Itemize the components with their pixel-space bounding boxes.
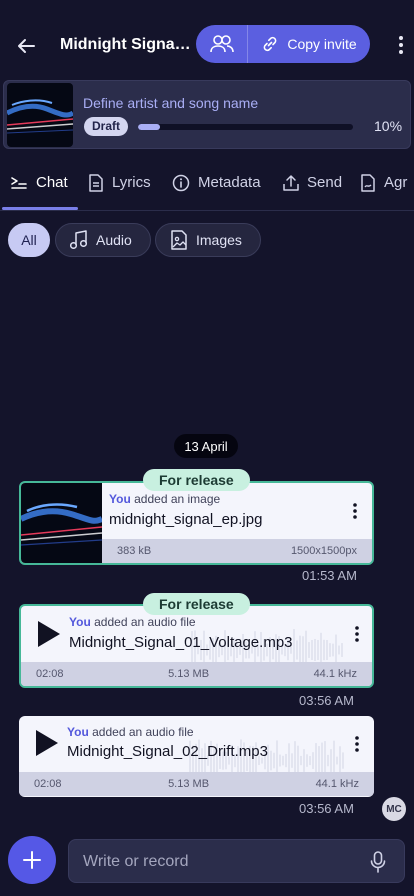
- message-composer: [68, 839, 405, 883]
- progress-percent: 10%: [374, 118, 403, 134]
- message-action: added an audio file: [92, 725, 194, 739]
- audio-message-card[interactable]: You added an audio file Midnight_Signal_…: [19, 716, 374, 797]
- image-dimensions: 1500x1500px: [290, 545, 357, 557]
- more-options-icon[interactable]: [349, 621, 365, 647]
- tab-agreements[interactable]: Agr: [360, 166, 407, 210]
- file-info-bar: 383 kB 1500x1500px: [102, 539, 372, 563]
- chat-icon: [11, 177, 27, 189]
- file-info-bar: 02:08 5.13 MB 44.1 kHz: [21, 662, 372, 686]
- tab-send[interactable]: Send: [283, 166, 342, 210]
- active-tab-indicator: [2, 207, 78, 210]
- more-options-icon[interactable]: [347, 498, 363, 524]
- upload-icon: [283, 175, 299, 191]
- collaborators-button[interactable]: [196, 25, 248, 63]
- message-input[interactable]: [83, 850, 353, 874]
- more-options-icon[interactable]: [390, 32, 412, 58]
- message-meta: You added an audio file: [69, 615, 196, 629]
- release-progress-card[interactable]: Define artist and song name Draft 10%: [3, 80, 411, 149]
- project-title: Midnight Signa…: [60, 36, 191, 53]
- more-options-icon[interactable]: [349, 731, 365, 757]
- document-icon: [89, 174, 103, 192]
- file-name: Midnight_Signal_01_Voltage.mp3: [69, 634, 293, 651]
- tab-label: Metadata: [198, 174, 261, 191]
- copy-invite-label: Copy invite: [287, 36, 357, 52]
- info-icon: [172, 174, 190, 192]
- section-tabs: Chat Lyrics Metadata Send Agr: [0, 166, 414, 211]
- people-icon: [209, 35, 234, 53]
- sample-rate: 44.1 kHz: [315, 778, 359, 790]
- filter-images[interactable]: Images: [155, 223, 261, 257]
- message-time: 03:56 AM: [299, 801, 354, 816]
- release-title: Define artist and song name: [83, 95, 259, 111]
- cover-art-thumbnail: [7, 83, 73, 147]
- add-attachment-button[interactable]: [8, 836, 56, 884]
- for-release-badge: For release: [143, 469, 250, 491]
- author-name: You: [109, 492, 131, 506]
- image-thumbnail[interactable]: [21, 483, 104, 563]
- music-note-icon: [70, 230, 88, 250]
- author-name: You: [67, 725, 89, 739]
- file-info-bar: 02:08 5.13 MB 44.1 kHz: [19, 772, 374, 796]
- play-icon[interactable]: [31, 727, 61, 759]
- agreement-icon: [361, 174, 375, 192]
- file-size: 5.13 MB: [168, 778, 210, 790]
- copy-invite-button[interactable]: Copy invite: [248, 25, 370, 63]
- microphone-icon[interactable]: [368, 850, 388, 874]
- file-name: midnight_signal_ep.jpg: [109, 511, 263, 528]
- plus-icon: [23, 851, 41, 869]
- status-badge: Draft: [84, 117, 129, 136]
- file-name: Midnight_Signal_02_Drift.mp3: [67, 743, 268, 760]
- audio-duration: 02:08: [34, 778, 62, 790]
- tab-label: Chat: [36, 174, 68, 191]
- tab-chat[interactable]: Chat: [10, 166, 68, 210]
- filter-label: Audio: [96, 232, 132, 248]
- message-action: added an audio file: [94, 615, 196, 629]
- top-bar: Midnight Signa… Copy invite: [0, 0, 414, 80]
- filter-audio[interactable]: Audio: [55, 223, 151, 257]
- message-time: 03:56 AM: [299, 693, 354, 708]
- filter-all[interactable]: All: [8, 223, 50, 257]
- image-message-card[interactable]: You added an image midnight_signal_ep.jp…: [19, 481, 374, 565]
- for-release-badge: For release: [143, 593, 250, 615]
- tab-label: Agr: [384, 174, 408, 191]
- progress-fill: [138, 124, 160, 130]
- tab-metadata[interactable]: Metadata: [172, 166, 261, 210]
- sample-rate: 44.1 kHz: [313, 668, 357, 680]
- tab-label: Lyrics: [112, 174, 151, 191]
- play-icon[interactable]: [33, 618, 63, 650]
- file-size: 5.13 MB: [168, 668, 210, 680]
- image-icon: [171, 230, 187, 250]
- message-action: added an image: [134, 492, 221, 506]
- audio-duration: 02:08: [36, 668, 64, 680]
- message-meta: You added an image: [109, 492, 220, 506]
- avatar[interactable]: MC: [382, 797, 406, 821]
- file-size: 383 kB: [117, 545, 152, 557]
- filter-label: All: [21, 232, 37, 248]
- message-time: 01:53 AM: [302, 568, 357, 583]
- message-meta: You added an audio file: [67, 725, 194, 739]
- invite-group: Copy invite: [196, 25, 370, 63]
- back-arrow-icon[interactable]: [12, 32, 40, 60]
- filter-label: Images: [196, 232, 242, 248]
- audio-message-card[interactable]: You added an audio file Midnight_Signal_…: [19, 604, 374, 688]
- tab-label: Send: [307, 174, 343, 191]
- author-name: You: [69, 615, 91, 629]
- date-separator: 13 April: [174, 434, 238, 458]
- link-icon: [264, 36, 277, 52]
- tab-lyrics[interactable]: Lyrics: [88, 166, 151, 210]
- release-progress-bar: [138, 124, 353, 130]
